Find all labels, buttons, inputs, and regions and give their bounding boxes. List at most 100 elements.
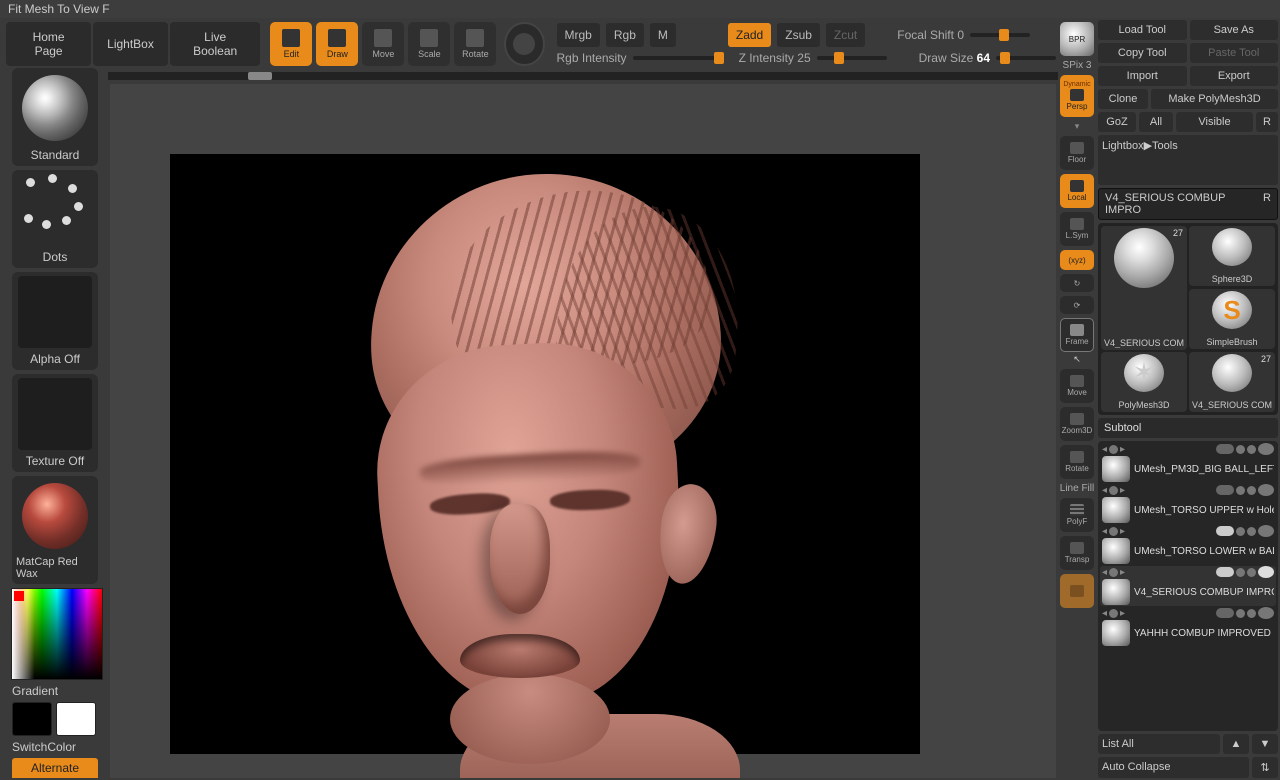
subtool-item[interactable]: ◂▸ YAHHH COMBUP IMPROVED E — [1100, 607, 1276, 647]
subtool-item[interactable]: ◂▸ UMesh_TORSO UPPER w Hole J — [1100, 484, 1276, 524]
goz-visible-button[interactable]: Visible — [1176, 112, 1253, 132]
draw-size-slider[interactable] — [996, 56, 1056, 60]
alternate-button[interactable]: Alternate — [12, 758, 98, 778]
local-button[interactable]: Local — [1060, 174, 1094, 208]
tool-cell-simplebrush[interactable]: S SimpleBrush — [1189, 289, 1275, 349]
material-slot[interactable]: MatCap Red Wax — [12, 476, 98, 584]
transp-button[interactable]: Transp — [1060, 536, 1094, 570]
move-mode-button[interactable]: Move — [362, 22, 404, 66]
clone-button[interactable]: Clone — [1098, 89, 1148, 109]
copy-tool-button[interactable]: Copy Tool — [1098, 43, 1187, 63]
subtool-item[interactable]: ◂▸ V4_SERIOUS COMBUP IMPROV — [1100, 566, 1276, 606]
document-canvas[interactable] — [170, 154, 920, 754]
gizmo-button[interactable] — [504, 22, 544, 66]
color-swatches — [12, 702, 106, 736]
brush-icon — [22, 75, 88, 141]
zadd-button[interactable]: Zadd — [728, 23, 771, 47]
eye-icon[interactable] — [1258, 607, 1274, 619]
rotate-view-button[interactable]: Rotate — [1060, 445, 1094, 479]
eye-icon[interactable] — [1258, 566, 1274, 578]
auto-collapse-button[interactable]: Auto Collapse — [1098, 757, 1249, 778]
draw-icon — [328, 29, 346, 47]
mrgb-button[interactable]: Mrgb — [557, 23, 600, 47]
rgb-button[interactable]: Rgb — [606, 23, 644, 47]
move-up-button[interactable]: ▲ — [1223, 734, 1249, 754]
zcut-button[interactable]: Zcut — [826, 23, 865, 47]
draw-size-label: Draw Size 64 — [919, 51, 990, 65]
goz-button[interactable]: GoZ — [1098, 112, 1136, 132]
material-label: MatCap Red Wax — [16, 556, 94, 580]
load-tool-button[interactable]: Load Tool — [1098, 20, 1187, 40]
subtool-item[interactable]: ◂▸ UMesh_TORSO LOWER w BALL — [1100, 525, 1276, 565]
rot-a-button[interactable]: ↻ — [1060, 274, 1094, 292]
brush-slot[interactable]: Standard — [12, 68, 98, 166]
home-button[interactable]: Home Page — [6, 22, 91, 66]
subtool-thumb-icon — [1102, 579, 1130, 605]
goz-all-button[interactable]: All — [1139, 112, 1173, 132]
eye-icon[interactable] — [1258, 443, 1274, 455]
goz-r-button[interactable]: R — [1256, 112, 1278, 132]
scale-mode-button[interactable]: Scale — [408, 22, 450, 66]
zoom3d-button[interactable]: Zoom3D — [1060, 407, 1094, 441]
eye-icon[interactable] — [1258, 484, 1274, 496]
focal-shift-slider[interactable] — [970, 33, 1030, 37]
lightbox-button[interactable]: LightBox — [93, 22, 168, 66]
alpha-slot[interactable]: Alpha Off — [12, 272, 98, 370]
subtool-header[interactable]: Subtool — [1098, 418, 1278, 438]
frame-button[interactable]: Frame — [1060, 318, 1094, 352]
transform-modes: Edit Draw Move Scale Rotate — [270, 22, 496, 66]
draw-mode-button[interactable]: Draw — [316, 22, 358, 66]
save-as-button[interactable]: Save As — [1190, 20, 1279, 40]
swatch-secondary[interactable] — [12, 702, 52, 736]
z-intensity-slider[interactable] — [817, 56, 887, 60]
texture-label: Texture Off — [26, 454, 84, 468]
viewport[interactable] — [110, 84, 1056, 778]
frame-icon — [1070, 324, 1084, 336]
ghost-button[interactable] — [1060, 574, 1094, 608]
rotate-mode-button[interactable]: Rotate — [454, 22, 496, 66]
timeline-scroll[interactable] — [108, 72, 1058, 80]
brush-label: Standard — [31, 148, 80, 162]
lightbox-tools-button[interactable]: Lightbox▶Tools — [1098, 135, 1278, 185]
switchcolor-button[interactable]: SwitchColor — [12, 740, 106, 754]
bpr-button[interactable]: BPR — [1060, 22, 1094, 56]
floor-button[interactable]: Floor — [1060, 136, 1094, 170]
m-button[interactable]: M — [650, 23, 676, 47]
liveboolean-button[interactable]: Live Boolean — [170, 22, 261, 66]
lsym-button[interactable]: L.Sym — [1060, 212, 1094, 246]
rotate-icon — [466, 29, 484, 47]
move-down-button[interactable]: ▼ — [1252, 734, 1278, 754]
color-picker[interactable] — [11, 588, 103, 680]
subtool-item[interactable]: ◂▸ UMesh_PM3D_BIG BALL_LEFT — [1100, 443, 1276, 483]
swatch-primary[interactable] — [56, 702, 96, 736]
zoom-icon — [1070, 413, 1084, 425]
rgb-intensity-slider[interactable] — [633, 56, 723, 60]
export-button[interactable]: Export — [1190, 66, 1279, 86]
rgb-intensity-label: Rgb Intensity — [557, 51, 627, 65]
move-view-button[interactable]: Move — [1060, 369, 1094, 403]
make-polymesh-button[interactable]: Make PolyMesh3D — [1151, 89, 1278, 109]
edit-mode-button[interactable]: Edit — [270, 22, 312, 66]
spix-label[interactable]: SPix 3 — [1063, 60, 1092, 71]
list-all-button[interactable]: List All — [1098, 734, 1220, 754]
spring-icon: S — [1212, 291, 1252, 329]
eye-icon[interactable] — [1258, 525, 1274, 537]
tool-cell-v4[interactable]: 27 V4_SERIOUS COM — [1189, 352, 1275, 412]
persp-button[interactable]: Dynamic Persp — [1060, 75, 1094, 117]
tool-cell-active[interactable]: 27 V4_SERIOUS COM — [1101, 226, 1187, 350]
rot-b-button[interactable]: ⟳ — [1060, 296, 1094, 314]
subtool-thumb-icon — [1102, 497, 1130, 523]
project-name[interactable]: V4_SERIOUS COMBUP IMPROR — [1098, 188, 1278, 220]
gizmo-icon — [513, 33, 535, 55]
collapse-button[interactable]: ⇅ — [1252, 757, 1278, 778]
tool-cell-sphere3d[interactable]: Sphere3D — [1189, 226, 1275, 286]
gradient-label[interactable]: Gradient — [12, 684, 106, 698]
polyf-button[interactable]: PolyF — [1060, 498, 1094, 532]
zsub-button[interactable]: Zsub — [777, 23, 820, 47]
paste-tool-button[interactable]: Paste Tool — [1190, 43, 1279, 63]
tool-cell-polymesh3d[interactable]: ✶ PolyMesh3D — [1101, 352, 1187, 412]
texture-slot[interactable]: Texture Off — [12, 374, 98, 472]
import-button[interactable]: Import — [1098, 66, 1187, 86]
stroke-slot[interactable]: Dots — [12, 170, 98, 268]
xyz-button[interactable]: (xyz) — [1060, 250, 1094, 270]
